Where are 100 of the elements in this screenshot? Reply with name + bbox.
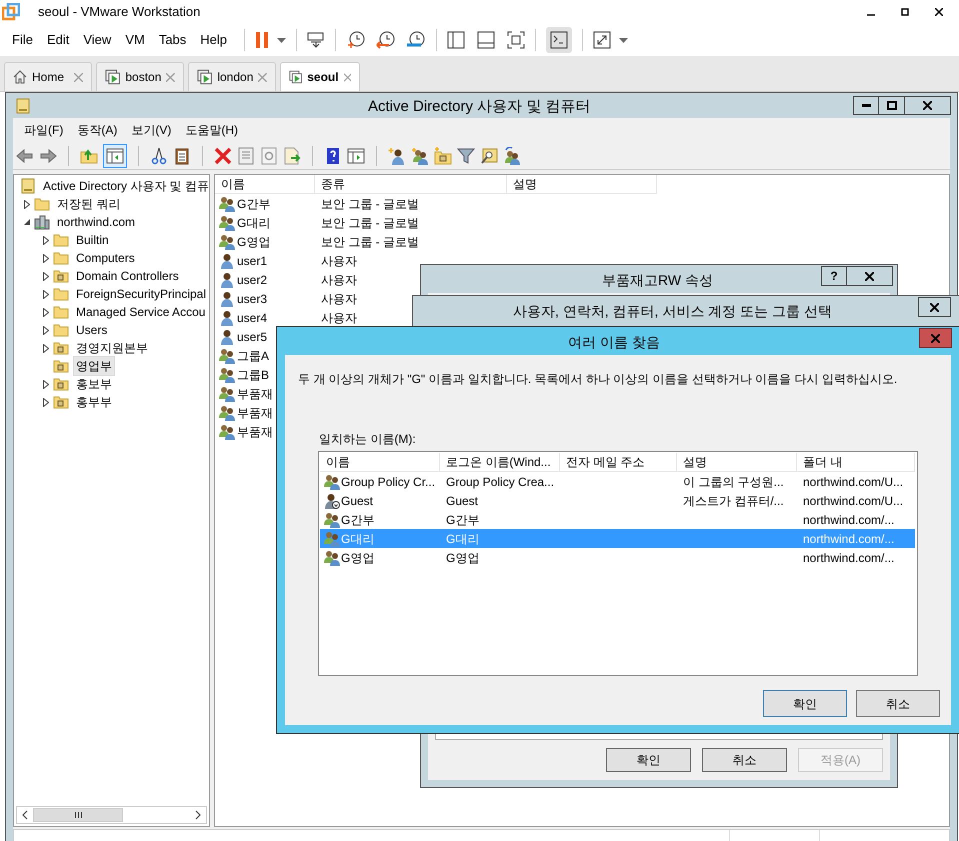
menu-item[interactable]: Help [193,30,234,50]
list-item[interactable]: G영업 [237,232,270,250]
tab[interactable]: london [188,62,276,91]
collapsed-arrow-icon[interactable] [43,344,49,352]
list-item[interactable]: user2 [237,270,268,288]
column-header[interactable]: 이름 [215,175,315,194]
minimize-button[interactable] [853,96,879,115]
horizontal-scrollbar[interactable] [16,806,207,824]
tab[interactable]: boston [96,62,184,91]
column-header[interactable]: 폴더 내 [797,453,915,472]
up-folder-icon[interactable] [80,146,98,164]
computer-icon[interactable] [307,31,326,49]
caret-icon[interactable] [277,38,286,42]
dialog-button[interactable]: 확인 [763,690,847,717]
cut-icon[interactable] [150,146,168,164]
collapsed-arrow-icon[interactable] [24,200,30,208]
close-icon[interactable] [935,8,943,16]
list-item[interactable]: 그룹B [237,366,270,384]
dialog-button[interactable]: 취소 [702,748,787,772]
scrollbar-thumb[interactable] [33,808,123,822]
collapsed-arrow-icon[interactable] [43,326,49,334]
column-header[interactable]: 설명 [677,453,797,472]
back-icon[interactable] [16,146,34,164]
menu-item[interactable]: Edit [40,30,76,50]
list-item[interactable]: 부품재 [237,422,273,440]
pause-icon[interactable] [255,32,270,48]
dialog-button[interactable]: 확인 [606,748,691,772]
collapsed-arrow-icon[interactable] [43,272,49,280]
forward-icon[interactable] [39,146,57,164]
clock-icon[interactable] [376,31,396,49]
tab[interactable]: seoul [280,62,360,91]
collapsed-arrow-icon[interactable] [42,290,49,298]
tree-item[interactable]: Computers [73,248,138,268]
menu-item[interactable]: 보기(V) [124,121,178,139]
tree-item[interactable]: 영업부 [73,356,115,376]
list-item[interactable]: G간부 [237,194,270,212]
collapsed-arrow-icon[interactable] [43,398,49,406]
menu-item[interactable]: 도움말(H) [178,121,245,139]
clock-icon[interactable] [406,31,426,49]
close-button[interactable] [847,266,893,286]
result-row[interactable]: Group Policy Cr... Group Policy Crea... 이 그룹의 구성원... northwind.com/U... [320,472,915,491]
tree-item[interactable]: 홍보부 [73,374,115,394]
list-item[interactable]: 부품재 [237,384,273,402]
tree-item[interactable]: Builtin [73,230,112,250]
help-button[interactable]: ? [821,266,847,286]
expanded-arrow-icon[interactable] [24,218,30,226]
pane-icon[interactable] [347,146,365,164]
tree-item[interactable]: Managed Service Accou [73,302,208,322]
tree-item[interactable]: 홍부부 [73,392,115,412]
tab[interactable]: Home [4,62,92,91]
panel-layout-icon[interactable] [477,31,496,49]
clipboard-icon[interactable] [173,146,191,164]
console-view-button[interactable] [546,27,572,53]
collapsed-arrow-icon[interactable] [43,308,49,316]
fullscreen-icon[interactable] [507,31,526,49]
clock-icon[interactable] [346,31,366,49]
tree-item[interactable]: 저장된 쿼리 [54,194,124,214]
close-button[interactable] [905,96,951,115]
tree-item[interactable]: Active Directory 사용자 및 컴퓨 [40,176,209,196]
properties-icon[interactable] [237,146,255,164]
sidebar-layout-icon[interactable] [447,31,466,49]
column-header[interactable]: 로그온 이름(Wind... [440,453,560,472]
menu-item[interactable]: File [5,30,40,50]
result-row[interactable]: G간부 G간부 northwind.com/... [320,510,915,529]
export-icon[interactable] [283,146,301,164]
column-header[interactable]: 설명 [507,175,657,194]
toggle-tree-button[interactable] [103,144,127,168]
list-item[interactable]: 부품재 [237,404,273,422]
column-header[interactable]: 이름 [320,453,440,472]
tree-item[interactable]: Users [73,320,110,340]
dialog-button[interactable]: 취소 [856,690,940,717]
menu-item[interactable]: 파일(F) [17,121,70,139]
stretch-icon[interactable] [593,31,612,49]
filter-icon[interactable] [457,146,475,164]
tree-item[interactable]: Domain Controllers [73,266,182,286]
result-row[interactable]: G영업 G영업 northwind.com/... [320,548,915,567]
new-folder-icon[interactable] [434,146,452,164]
delete-icon[interactable] [214,146,232,164]
maximize-button[interactable] [879,96,905,115]
menu-item[interactable]: Tabs [152,30,194,50]
collapsed-arrow-icon[interactable] [43,236,49,244]
result-row[interactable]: Guest Guest 게스트가 컴퓨터/... northwind.com/U... [320,491,915,510]
column-header[interactable]: 종류 [315,175,507,194]
add-to-group-icon[interactable] [503,146,521,164]
column-header[interactable]: 전자 메일 주소 [560,453,677,472]
maximize-icon[interactable] [901,8,909,16]
caret-icon[interactable] [619,38,628,42]
list-item[interactable]: user3 [237,290,268,308]
collapsed-arrow-icon[interactable] [43,254,49,262]
list-item[interactable]: user4 [237,308,268,326]
collapsed-arrow-icon[interactable] [43,380,49,388]
menu-item[interactable]: VM [118,30,152,50]
help-icon[interactable] [324,146,342,164]
find-icon[interactable] [480,146,498,164]
list-item[interactable]: 그룹A [237,346,270,364]
tree-item[interactable]: northwind.com [54,212,138,232]
new-group-icon[interactable] [411,146,429,164]
list-item[interactable]: user1 [237,252,268,270]
tree-item[interactable]: 경영지원본부 [73,338,151,358]
menu-item[interactable]: View [76,30,118,50]
